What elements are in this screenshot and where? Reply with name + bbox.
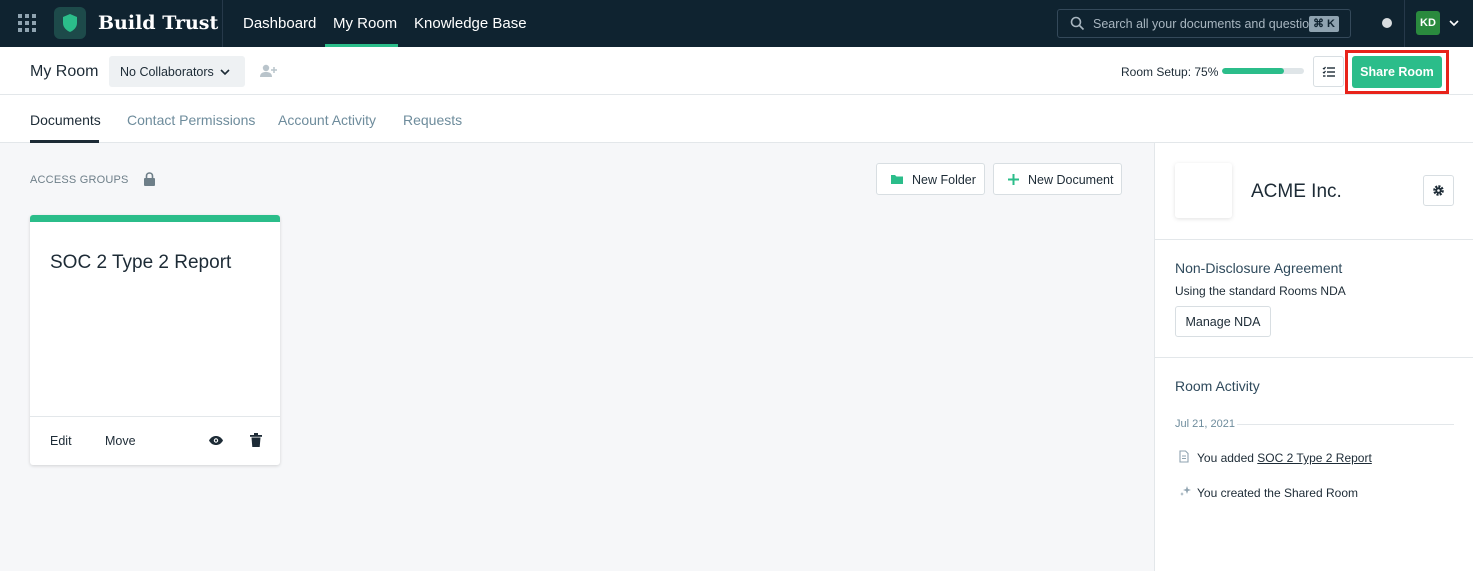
new-folder-label: New Folder [912,173,976,187]
activity-text: You created the Shared Room [1197,486,1358,500]
checklist-button[interactable] [1313,56,1344,87]
trash-icon[interactable] [250,433,262,447]
brand-name[interactable]: Build Trust [98,12,218,34]
activity-date-divider [1237,424,1454,425]
new-folder-button[interactable]: New Folder [876,163,985,195]
user-avatar[interactable]: KD [1416,11,1440,35]
room-setup-label: Room Setup: 75% [1121,65,1219,79]
card-title[interactable]: SOC 2 Type 2 Report [50,252,231,274]
status-indicator-icon [1382,18,1392,28]
top-navigation-bar: Build Trust Dashboard My Room Knowledge … [0,0,1473,47]
collaborators-dropdown[interactable]: No Collaborators [109,56,245,87]
share-room-button[interactable]: Share Room [1352,56,1442,88]
document-icon [1179,450,1189,463]
page-title: My Room [30,63,99,80]
access-groups-label: ACCESS GROUPS [30,174,129,186]
plus-icon [1008,174,1019,185]
nav-divider [222,0,223,47]
eye-icon[interactable] [208,435,224,446]
documents-area: ACCESS GROUPS New Folder New Document SO… [0,143,1154,571]
nav-dashboard[interactable]: Dashboard [243,15,316,32]
nav-my-room[interactable]: My Room [333,15,397,32]
add-collaborator-icon[interactable] [259,63,277,79]
sparkle-icon [1180,486,1191,496]
search-icon [1070,16,1085,31]
search-placeholder: Search all your documents and questions [1093,17,1323,31]
lock-icon[interactable] [143,172,156,187]
nda-title: Non-Disclosure Agreement [1175,260,1343,276]
tab-documents[interactable]: Documents [30,112,101,128]
search-box[interactable]: Search all your documents and questions … [1057,9,1351,38]
access-group-card[interactable]: SOC 2 Type 2 Report Edit Move [30,215,280,465]
activity-document-link[interactable]: SOC 2 Type 2 Report [1257,451,1372,465]
progress-fill [1222,68,1284,74]
brand-logo-icon[interactable] [54,7,86,39]
checklist-icon [1322,66,1335,77]
tab-account-activity[interactable]: Account Activity [278,112,376,128]
nav-divider-right [1404,0,1405,47]
room-settings-button[interactable] [1423,175,1454,206]
nda-subtitle: Using the standard Rooms NDA [1175,284,1346,298]
company-logo[interactable] [1175,163,1232,218]
manage-nda-button[interactable]: Manage NDA [1175,306,1271,337]
search-shortcut-badge: ⌘ K [1309,16,1339,32]
chevron-down-icon[interactable] [1448,17,1460,29]
card-edit-button[interactable]: Edit [50,434,72,448]
chevron-down-icon [220,69,230,76]
company-name: ACME Inc. [1251,181,1342,202]
room-activity-title: Room Activity [1175,378,1260,394]
room-side-panel: ACME Inc. Non-Disclosure Agreement Using… [1154,143,1473,571]
folder-icon [891,175,903,184]
panel-divider [1155,357,1473,358]
panel-divider [1155,239,1473,240]
room-tabs: Documents Contact Permissions Account Ac… [0,95,1473,143]
card-footer: Edit Move [30,416,280,465]
nav-knowledge-base[interactable]: Knowledge Base [414,15,527,32]
card-move-button[interactable]: Move [105,434,136,448]
gear-icon [1433,185,1444,196]
new-document-label: New Document [1028,173,1114,187]
tab-contact-permissions[interactable]: Contact Permissions [127,112,255,128]
collaborators-label: No Collaborators [120,65,214,79]
activity-prefix: You added [1197,451,1258,465]
activity-date: Jul 21, 2021 [1175,418,1235,430]
activity-text: You added SOC 2 Type 2 Report [1197,451,1372,465]
room-setup-progress-bar [1222,68,1304,74]
card-accent-bar [30,215,280,222]
room-header: My Room No Collaborators Room Setup: 75%… [0,47,1473,95]
app-grid-icon[interactable] [18,14,36,32]
new-document-button[interactable]: New Document [993,163,1122,195]
tab-requests[interactable]: Requests [403,112,462,128]
